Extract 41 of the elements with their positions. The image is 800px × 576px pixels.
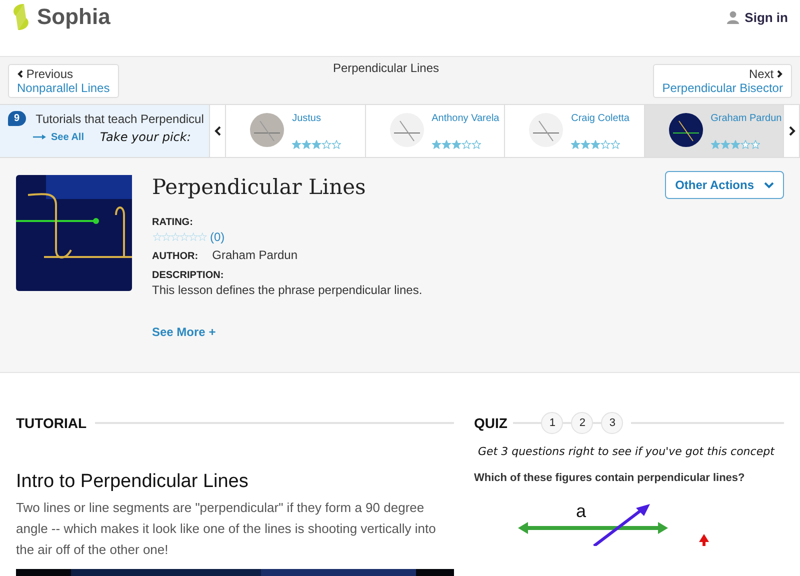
author-name: Craig Coletta — [571, 113, 630, 125]
tagline: Take your pick: — [100, 130, 191, 144]
tutorial-card[interactable]: Graham Pardun — [644, 105, 784, 157]
logo-text[interactable]: Sophia — [37, 4, 110, 30]
quiz-question: Which of these figures contain perpendicular lines? — [474, 472, 746, 484]
quiz-step[interactable]: 2 — [571, 412, 594, 434]
rating-count[interactable]: (0) — [210, 230, 225, 244]
author-name: Graham Pardun — [710, 113, 782, 125]
carousel-heading: Tutorials that teach Perpendicul — [36, 112, 204, 126]
quiz-step[interactable]: 1 — [541, 412, 564, 434]
author-name: Justus — [292, 113, 322, 125]
page-title: Perpendicular Lines — [332, 60, 440, 74]
sign-in-link[interactable]: Sign in — [726, 10, 788, 24]
figure-label: a — [576, 502, 586, 520]
tutorial-title: Intro to Perpendicular Lines — [16, 471, 250, 493]
author-name: Anthony Varela — [432, 113, 500, 125]
chevron-right-icon — [788, 126, 796, 136]
author-label: AUTHOR: — [152, 251, 198, 262]
lesson-title: Perpendicular Lines — [152, 175, 366, 199]
chevron-left-icon — [17, 70, 23, 78]
user-icon — [726, 10, 739, 24]
author-name: Graham Pardun — [212, 248, 298, 262]
tutorial-text: Two lines or line segments are "perpendicular" if they form a 90 degree angle -- which makes it look like one of the lines is shooting vertically into the air off of the other one! — [16, 499, 437, 559]
see-all-link[interactable]: See All — [33, 130, 84, 144]
previous-button[interactable]: Previous Nonparallel Lines — [8, 64, 119, 98]
rating-label: RATING: — [152, 217, 193, 228]
chevron-left-icon — [214, 126, 222, 136]
next-button[interactable]: Next Perpendicular Bisector — [653, 64, 792, 98]
chevron-right-icon — [776, 70, 783, 78]
quiz-prompt: Get 3 questions right to see if you've got this concept — [478, 445, 776, 458]
arrow-right-icon — [33, 134, 46, 140]
tutorial-card[interactable]: Anthony Varela — [366, 105, 506, 157]
chevron-down-icon — [764, 182, 774, 188]
section-heading: TUTORIAL — [16, 415, 87, 431]
quiz-step[interactable]: 3 — [601, 412, 624, 434]
description-label: DESCRIPTION: — [152, 270, 224, 281]
description-text: This lesson defines the phrase perpendicular lines. — [152, 283, 422, 297]
section-heading: QUIZ — [474, 415, 508, 431]
other-actions-button[interactable]: Other Actions — [665, 171, 784, 199]
count-badge: 9 — [8, 111, 26, 126]
see-more-link[interactable]: See More + — [152, 325, 216, 339]
